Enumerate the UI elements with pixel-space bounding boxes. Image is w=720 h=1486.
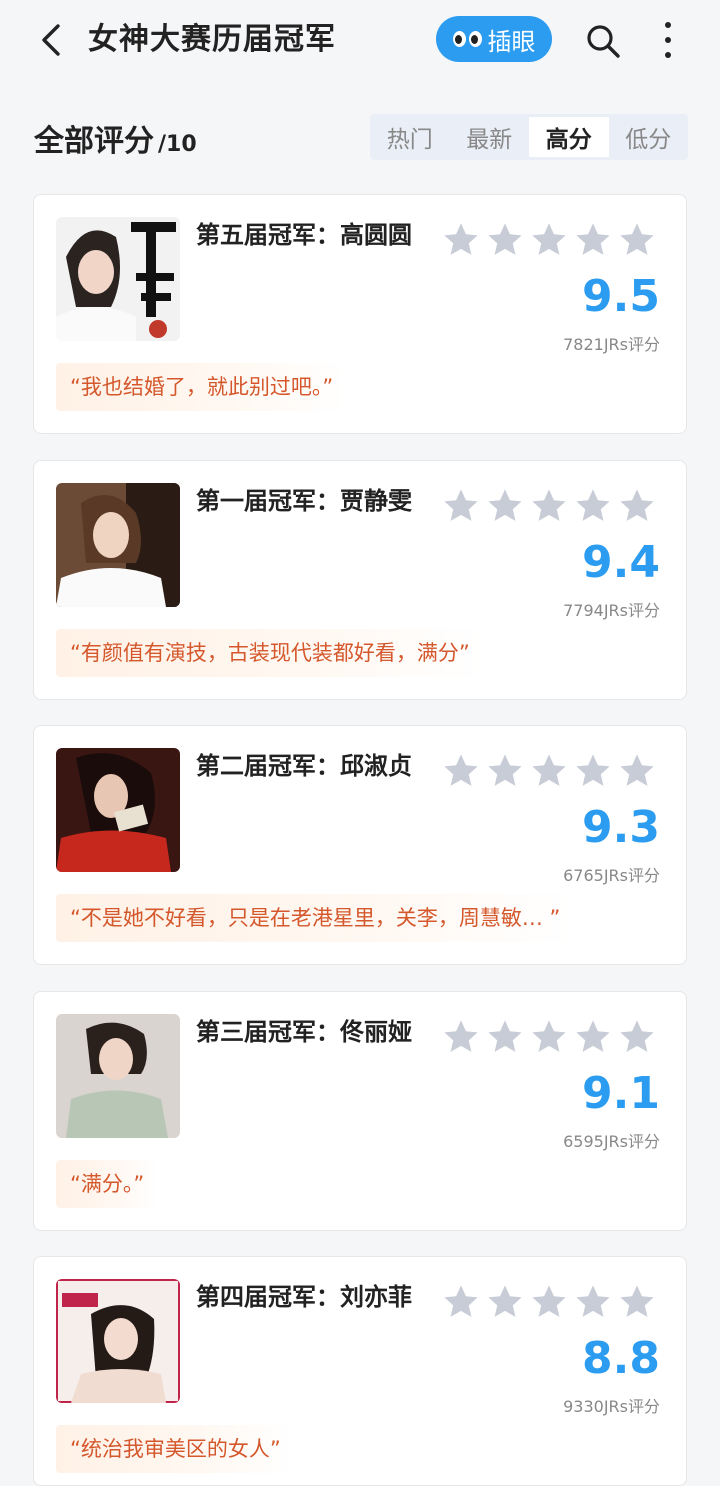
rating-count: 6765JRs评分	[563, 866, 660, 885]
section-subtitle: /10	[158, 132, 197, 157]
avatar-image	[56, 1279, 180, 1403]
star-icon	[620, 489, 654, 521]
avatar-image	[56, 1014, 180, 1138]
avatar-image	[56, 217, 180, 341]
top-comment[interactable]: “我也结婚了，就此别过吧。”	[56, 363, 348, 411]
star-icon	[620, 1285, 654, 1317]
rating-card[interactable]: 第二届冠军：邱淑贞 9.3 6765JRs评分 “不是她不好看，只是在老港星里，…	[33, 725, 687, 965]
avatar-image	[56, 483, 180, 607]
star-icon	[488, 1020, 522, 1052]
score: 9.3	[582, 802, 660, 853]
top-bar: 女神大赛历届冠军 插眼	[0, 0, 720, 82]
star-icon	[620, 1020, 654, 1052]
rating-count: 9330JRs评分	[563, 1397, 660, 1416]
search-icon[interactable]	[584, 22, 622, 60]
star-icon	[620, 754, 654, 786]
star-icon	[620, 223, 654, 255]
top-comment[interactable]: “不是她不好看，只是在老港星里，关李，周慧敏… ”	[56, 894, 575, 942]
top-comment[interactable]: “有颜值有演技，古装现代装都好看，满分”	[56, 629, 484, 677]
star-icon	[444, 1020, 478, 1052]
star-icon	[488, 489, 522, 521]
star-icon	[576, 1020, 610, 1052]
star-icon	[576, 754, 610, 786]
card-title: 第三届冠军：佟丽娅	[196, 1018, 412, 1046]
peek-button[interactable]: 插眼	[436, 16, 552, 62]
sort-tab-low[interactable]: 低分	[609, 114, 689, 160]
card-title: 第一届冠军：贾静雯	[196, 487, 412, 515]
top-comment[interactable]: “满分。”	[56, 1160, 159, 1208]
star-icon	[576, 223, 610, 255]
sort-tabs: 热门 最新 高分 低分	[370, 114, 688, 160]
star-icon	[532, 223, 566, 255]
score: 9.4	[582, 537, 660, 588]
rating-card[interactable]: 第一届冠军：贾静雯 9.4 7794JRs评分 “有颜值有演技，古装现代装都好看…	[33, 460, 687, 700]
score: 8.8	[582, 1333, 660, 1384]
star-rating	[442, 1283, 656, 1321]
star-icon	[576, 489, 610, 521]
avatar-image	[56, 748, 180, 872]
star-icon	[576, 1285, 610, 1317]
card-title: 第四届冠军：刘亦菲	[196, 1283, 412, 1311]
rating-card[interactable]: 第五届冠军：高圆圆 9.5 7821JRs评分 “我也结婚了，就此别过吧。”	[33, 194, 687, 434]
star-icon	[488, 754, 522, 786]
sort-tab-hot[interactable]: 热门	[370, 114, 450, 160]
peek-button-label: 插眼	[487, 27, 536, 56]
rating-count: 7794JRs评分	[563, 601, 660, 620]
section-title: 全部评分/10	[34, 116, 197, 160]
back-arrow-icon[interactable]	[36, 22, 70, 58]
sort-tab-latest[interactable]: 最新	[450, 114, 530, 160]
rating-card[interactable]: 第三届冠军：佟丽娅 9.1 6595JRs评分 “满分。”	[33, 991, 687, 1231]
card-title: 第五届冠军：高圆圆	[196, 221, 412, 249]
score: 9.5	[582, 271, 660, 322]
star-rating	[442, 1018, 656, 1056]
rating-count: 7821JRs评分	[563, 335, 660, 354]
star-icon	[532, 1020, 566, 1052]
star-icon	[532, 489, 566, 521]
star-icon	[444, 223, 478, 255]
star-icon	[532, 754, 566, 786]
star-rating	[442, 752, 656, 790]
section-title-text: 全部评分	[34, 124, 154, 159]
card-title: 第二届冠军：邱淑贞	[196, 752, 412, 780]
sort-tab-high[interactable]: 高分	[529, 117, 609, 157]
star-icon	[532, 1285, 566, 1317]
rating-count: 6595JRs评分	[563, 1132, 660, 1151]
star-icon	[444, 1285, 478, 1317]
eyes-icon	[452, 31, 482, 47]
score: 9.1	[582, 1068, 660, 1119]
star-icon	[444, 754, 478, 786]
star-rating	[442, 221, 656, 259]
star-rating	[442, 487, 656, 525]
star-icon	[444, 489, 478, 521]
star-icon	[488, 223, 522, 255]
star-icon	[488, 1285, 522, 1317]
page-title: 女神大赛历届冠军	[88, 22, 336, 57]
rating-card[interactable]: 第四届冠军：刘亦菲 8.8 9330JRs评分 “统治我审美区的女人”	[33, 1256, 687, 1486]
more-vertical-icon[interactable]	[656, 20, 680, 60]
